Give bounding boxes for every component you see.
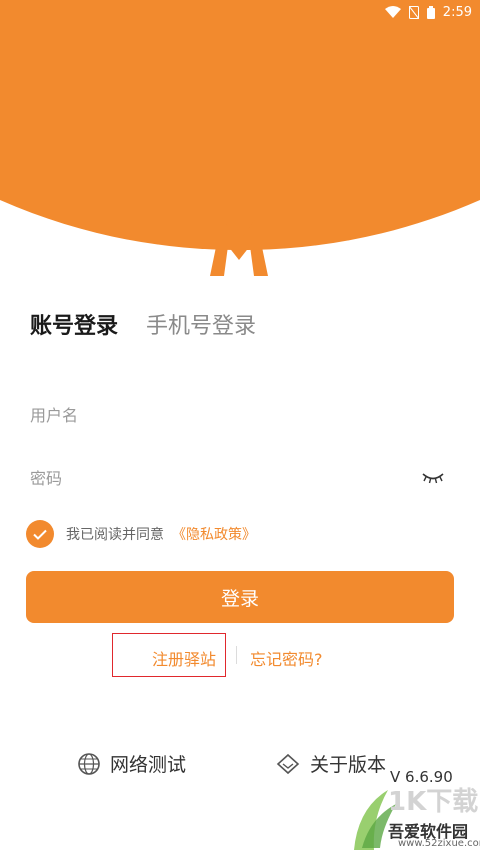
network-test-label: 网络测试 (110, 754, 187, 776)
watermark-url: www.52zixue.com (398, 838, 480, 849)
about-version-button[interactable]: 关于版本 (276, 750, 386, 777)
agree-text: 我已阅读并同意 (66, 527, 164, 543)
no-sim-icon (408, 5, 419, 19)
privacy-policy-link[interactable]: 《隐私政策》 (172, 524, 256, 544)
globe-icon (78, 752, 100, 775)
status-bar: 2:59 (0, 0, 480, 24)
register-link[interactable]: 注册驿站 (152, 646, 216, 670)
battery-icon (426, 5, 435, 19)
account-links: 注册驿站 忘记密码? (0, 633, 480, 677)
agree-checkbox[interactable] (26, 520, 54, 548)
wifi-icon (384, 6, 401, 18)
tab-account-login[interactable]: 账号登录 (30, 308, 118, 340)
password-input[interactable] (30, 468, 450, 488)
username-field-container (30, 393, 450, 437)
login-tabs: 账号登录 手机号登录 (30, 308, 284, 340)
network-test-button[interactable]: 网络测试 (78, 750, 186, 777)
diamond-icon (276, 753, 300, 774)
about-version-label: 关于版本 (310, 754, 387, 776)
app-logo (208, 216, 270, 278)
username-input[interactable] (30, 405, 450, 425)
status-time: 2:59 (442, 4, 472, 20)
login-button[interactable]: 登录 (26, 571, 454, 623)
privacy-agreement: 我已阅读并同意 《隐私政策》 (26, 520, 256, 548)
password-field-container (30, 456, 450, 500)
eye-closed-icon[interactable] (422, 470, 444, 484)
svg-text:1K下载: 1K下载 (388, 787, 478, 817)
forgot-password-link[interactable]: 忘记密码? (250, 646, 323, 670)
check-icon (33, 529, 47, 540)
links-divider (236, 646, 237, 664)
tab-phone-login[interactable]: 手机号登录 (146, 308, 256, 340)
